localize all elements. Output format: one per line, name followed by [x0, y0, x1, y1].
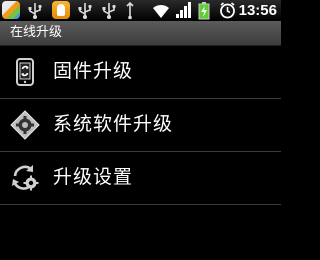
status-bar: 13:56 [0, 0, 281, 21]
title-bar: 在线升级 [0, 21, 281, 46]
wifi-icon [152, 2, 170, 23]
signal-icon [175, 2, 192, 23]
menu-list: 固件升级 系统软件升级 升级设置 [0, 46, 281, 205]
alarm-icon [219, 2, 236, 23]
status-time: 13:56 [238, 2, 277, 19]
menu-item-label: 固件升级 [53, 60, 134, 82]
phone-refresh-icon [9, 56, 41, 88]
sticker-app-icon [52, 1, 70, 19]
menu-item-firmware-upgrade[interactable]: 固件升级 [0, 46, 281, 99]
menu-item-system-software-upgrade[interactable]: 系统软件升级 [0, 99, 281, 152]
menu-item-label: 升级设置 [53, 166, 134, 188]
app-icon [2, 1, 20, 19]
menu-item-upgrade-settings[interactable]: 升级设置 [0, 152, 281, 205]
gear-puzzle-icon [9, 109, 41, 141]
page-title: 在线升级 [10, 25, 63, 40]
menu-item-label: 系统软件升级 [53, 113, 174, 135]
refresh-gear-icon [9, 162, 41, 194]
